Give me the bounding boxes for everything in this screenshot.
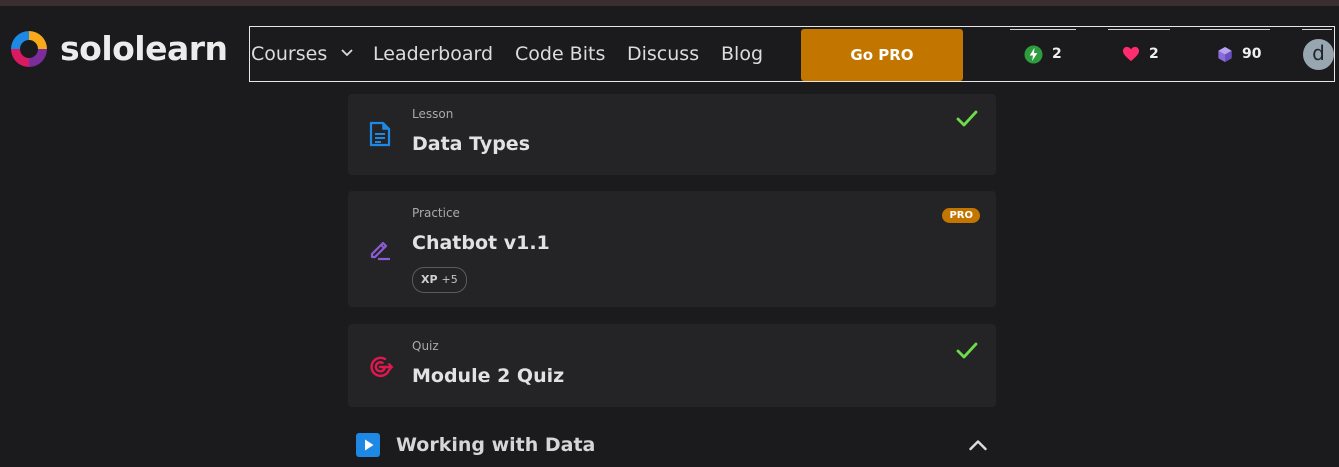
gem-icon xyxy=(1218,46,1232,62)
play-icon xyxy=(356,433,380,457)
heart-icon xyxy=(1123,46,1139,62)
lesson-card[interactable]: Lesson Data Types xyxy=(348,94,996,175)
sololearn-logo[interactable]: sololearn xyxy=(8,28,228,70)
nav-blog[interactable]: Blog xyxy=(721,27,763,81)
gems-counter[interactable]: 90 xyxy=(1217,27,1261,81)
nav-bar: Courses Leaderboard Code Bits Discuss Bl… xyxy=(249,26,1335,82)
card-title: Chatbot v1.1 xyxy=(412,232,550,254)
nav-leaderboard[interactable]: Leaderboard xyxy=(373,27,493,81)
target-icon xyxy=(370,356,394,377)
checkmark-icon xyxy=(956,342,978,359)
hearts-counter[interactable]: 2 xyxy=(1122,27,1159,81)
divider xyxy=(1302,29,1332,30)
xp-reward-pill: XP +5 xyxy=(412,267,467,293)
card-title: Module 2 Quiz xyxy=(412,365,565,387)
card-title: Data Types xyxy=(412,133,530,155)
go-pro-button[interactable]: Go PRO xyxy=(801,29,963,81)
gems-value: 90 xyxy=(1242,46,1262,62)
section-title: Working with Data xyxy=(396,434,596,456)
card-kind: Lesson xyxy=(412,107,454,121)
document-icon xyxy=(369,121,391,147)
xp-label: XP xyxy=(421,273,438,286)
card-kind: Practice xyxy=(412,206,460,220)
hearts-value: 2 xyxy=(1149,46,1159,62)
nav-code-bits[interactable]: Code Bits xyxy=(515,27,605,81)
sololearn-logo-icon xyxy=(11,31,47,67)
nav-discuss[interactable]: Discuss xyxy=(627,27,699,81)
streak-value: 2 xyxy=(1052,46,1062,62)
brand-name: sololearn xyxy=(60,29,228,68)
nav-courses-label: Courses xyxy=(251,43,328,65)
pro-badge: PRO xyxy=(942,208,980,223)
lightning-icon xyxy=(1024,44,1043,64)
checkmark-icon xyxy=(956,110,978,127)
chevron-down-icon xyxy=(341,48,353,56)
top-navbar: sololearn Courses Leaderboard Code Bits … xyxy=(0,6,1339,94)
streak-counter[interactable]: 2 xyxy=(1024,27,1062,81)
nav-courses[interactable]: Courses xyxy=(251,27,353,81)
quiz-card[interactable]: Quiz Module 2 Quiz xyxy=(348,324,996,407)
pencil-icon xyxy=(370,241,390,261)
xp-value: +5 xyxy=(441,273,458,286)
avatar[interactable]: d xyxy=(1303,39,1334,70)
practice-card[interactable]: Practice Chatbot v1.1 PRO XP +5 xyxy=(348,191,996,307)
chevron-up-icon[interactable] xyxy=(969,439,987,451)
module-section-header[interactable]: Working with Data xyxy=(356,431,988,461)
card-kind: Quiz xyxy=(412,339,439,353)
